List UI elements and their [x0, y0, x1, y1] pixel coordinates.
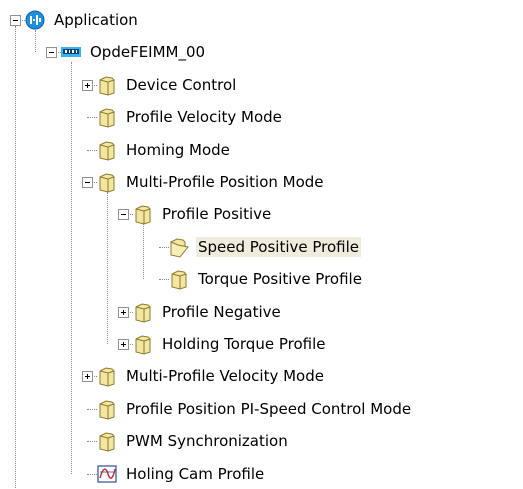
plus-icon-stroke: [123, 342, 124, 347]
tree-node-label[interactable]: Profile Position PI-Speed Control Mode: [124, 399, 413, 419]
expand-toggle[interactable]: [82, 79, 93, 91]
collapse-toggle[interactable]: [46, 47, 57, 59]
tree-node-label[interactable]: Device Control: [124, 75, 238, 95]
folder-icon: [96, 74, 118, 96]
folder-icon: [96, 365, 118, 387]
plus-icon-stroke: [87, 82, 88, 88]
cam-profile-chart-icon: [96, 463, 118, 485]
tree-node-label[interactable]: Multi-Profile Position Mode: [124, 172, 326, 192]
minus-icon: [85, 182, 90, 183]
tree-node-label[interactable]: Multi-Profile Velocity Mode: [124, 366, 326, 386]
tree-guide-vertical: [35, 30, 36, 53]
collapse-toggle[interactable]: [118, 209, 129, 221]
tree-guide-vertical: [143, 224, 144, 280]
tree-node-label[interactable]: Speed Positive Profile: [196, 236, 362, 257]
tree-node-label[interactable]: Homing Mode: [124, 140, 232, 160]
folder-icon: [132, 301, 154, 323]
folder-icon: [96, 430, 118, 452]
folder-icon: [96, 139, 118, 161]
folder-icon: [96, 398, 118, 420]
folder-icon: [96, 106, 118, 128]
plus-icon-stroke: [87, 374, 88, 380]
expand-toggle[interactable]: [118, 339, 129, 350]
folder-icon: [168, 268, 190, 290]
tree-guide-vertical: [15, 26, 16, 488]
tree-node-label[interactable]: Torque Positive Profile: [196, 269, 364, 289]
application-globe-icon: [24, 9, 46, 31]
expand-toggle[interactable]: [118, 306, 129, 318]
minus-icon: [49, 52, 54, 54]
plus-icon-stroke: [123, 309, 124, 315]
tree-node-label[interactable]: PWM Synchronization: [124, 431, 290, 451]
folder-icon: [132, 203, 154, 225]
tree-node-label[interactable]: Holding Torque Profile: [160, 334, 327, 354]
tree-guide-vertical: [107, 192, 108, 344]
collapse-toggle[interactable]: [82, 177, 93, 188]
folder-icon: [96, 171, 118, 193]
minus-icon: [121, 214, 126, 216]
tree-node-label[interactable]: Profile Velocity Mode: [124, 107, 284, 127]
project-tree: Application OpdeFEIMM_00 Device Control Pro…: [0, 0, 523, 488]
tree-node-label[interactable]: OpdeFEIMM_00: [88, 42, 207, 62]
expand-toggle[interactable]: [82, 371, 93, 383]
device-icon: [60, 41, 82, 63]
tree-node-label[interactable]: Application: [52, 10, 140, 30]
tree-node-label[interactable]: Profile Negative: [160, 302, 283, 322]
folder-icon: [132, 333, 154, 355]
tree-node-label[interactable]: Profile Positive: [160, 204, 273, 224]
collapse-toggle[interactable]: [10, 15, 21, 26]
tree-node-label[interactable]: Holing Cam Profile: [124, 464, 266, 484]
folder-open-icon: [168, 236, 190, 258]
tree-guide-vertical: [71, 62, 72, 474]
minus-icon: [13, 20, 18, 21]
